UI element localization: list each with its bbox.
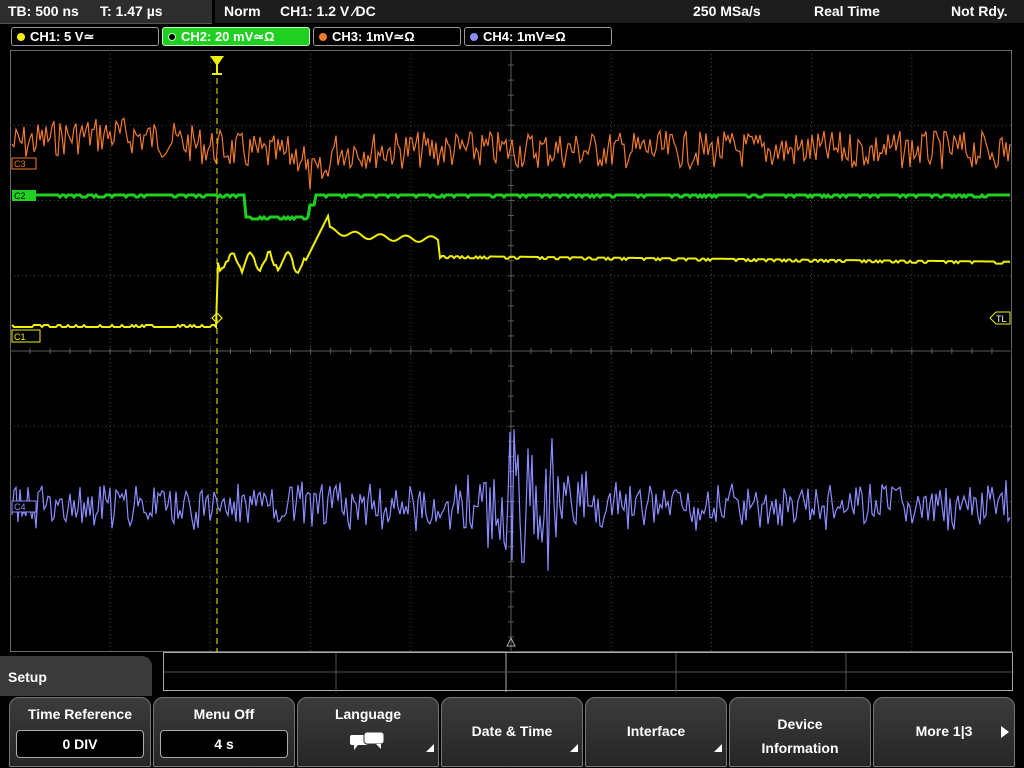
date-time-softkey[interactable]: Date & Time <box>441 697 583 767</box>
channel-tab-ch3[interactable]: CH3: 1mV≃Ω <box>313 27 461 46</box>
ch4-marker-label: C4 <box>14 502 26 512</box>
language-softkey[interactable]: Language <box>297 697 439 767</box>
channel-label: CH2: 20 mV≃Ω <box>181 29 275 44</box>
submenu-indicator-icon <box>714 744 722 752</box>
menu-off-value: 4 s <box>160 730 288 758</box>
ch1-indicator-icon <box>17 33 25 41</box>
trigger-source: CH1: 1.2 V ∕DC <box>280 3 376 19</box>
channel-label: CH3: 1mV≃Ω <box>332 29 415 44</box>
speech-bubbles-icon <box>350 731 385 750</box>
status-bar: TB: 500 ns T: 1.47 µs Norm CH1: 1.2 V ∕D… <box>0 0 1024 25</box>
more-softkey[interactable]: More 1|3 <box>873 697 1015 767</box>
softkey-label: Interface <box>626 723 686 739</box>
ch1-marker[interactable]: C1 <box>11 329 41 343</box>
acquisition-state: Not Rdy. <box>951 3 1008 19</box>
ch2-marker[interactable]: C2 <box>12 190 36 201</box>
channel-tab-ch4[interactable]: CH4: 1mV≃Ω <box>464 27 612 46</box>
channel-tab-ch1[interactable]: CH1: 5 V≃ <box>11 27 159 46</box>
channel-tab-ch2[interactable]: CH2: 20 mV≃Ω <box>162 27 310 46</box>
timebase-panel[interactable]: TB: 500 ns T: 1.47 µs <box>0 0 212 24</box>
ch1-marker-label: C1 <box>14 332 26 342</box>
softkey-label: More 1|3 <box>915 723 973 739</box>
device-information-softkey[interactable]: Device Information <box>729 697 871 767</box>
acquisition-panel[interactable]: Norm CH1: 1.2 V ∕DC 250 MSa/s Real Time … <box>215 0 1024 23</box>
softkey-label: Date & Time <box>471 723 553 739</box>
ch4-marker[interactable]: C4 <box>11 500 37 513</box>
interface-softkey[interactable]: Interface <box>585 697 727 767</box>
overview-strip <box>163 652 1014 692</box>
waveform-display[interactable]: C3 C2 C1 C4 TL <box>10 50 1012 652</box>
ch3-indicator-icon <box>319 33 327 41</box>
trigger-level-label: TL <box>996 314 1007 324</box>
time-reference-softkey[interactable]: Time Reference 0 DIV <box>9 697 151 767</box>
submenu-indicator-icon <box>570 744 578 752</box>
ch3-marker-label: C3 <box>14 159 26 169</box>
softkey-label: Device Information <box>761 716 839 756</box>
ch3-marker[interactable]: C3 <box>11 157 37 170</box>
acquisition-mode: Real Time <box>814 3 880 19</box>
trigger-mode: Norm <box>224 3 261 19</box>
softkey-label: Language <box>334 706 402 722</box>
ch2-indicator-icon <box>168 33 176 41</box>
submenu-indicator-icon <box>426 744 434 752</box>
channel-label: CH1: 5 V≃ <box>30 29 95 44</box>
channel-label: CH4: 1mV≃Ω <box>483 29 566 44</box>
timebase-readout: TB: 500 ns <box>8 3 79 19</box>
menu-title-tab: Setup <box>0 656 152 696</box>
menu-title: Setup <box>8 669 47 685</box>
menu-off-softkey[interactable]: Menu Off 4 s <box>153 697 295 767</box>
next-page-icon <box>1001 726 1009 738</box>
softkey-label: Time Reference <box>27 706 132 722</box>
sample-rate: 250 MSa/s <box>693 3 761 19</box>
trigger-time-readout: T: 1.47 µs <box>100 3 163 19</box>
time-reference-value: 0 DIV <box>16 730 144 758</box>
softkey-label: Menu Off <box>193 706 255 722</box>
ch2-marker-label: C2 <box>14 191 26 201</box>
ch4-indicator-icon <box>470 33 478 41</box>
